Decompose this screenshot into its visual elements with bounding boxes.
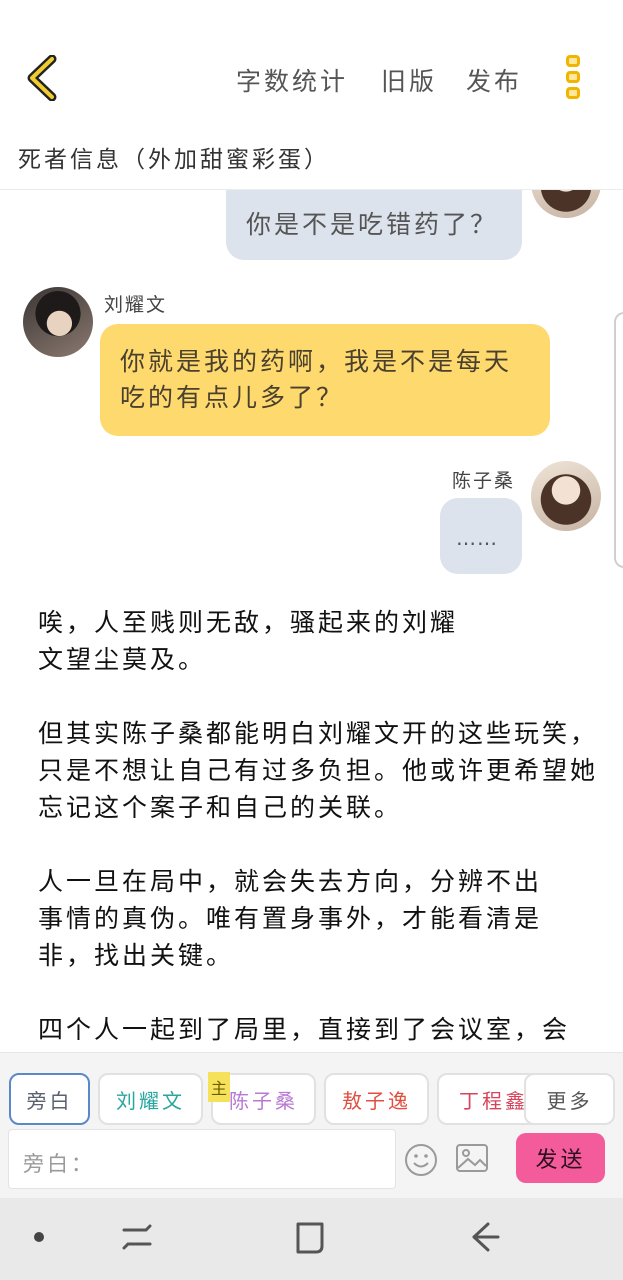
image-icon[interactable]	[455, 1143, 489, 1173]
role-chip-liu-yaowen[interactable]: 刘耀文	[98, 1073, 203, 1125]
back-button[interactable]	[16, 50, 68, 106]
input-placeholder: 旁白：	[23, 1152, 95, 1176]
message-text: 你是不是吃错药了？	[246, 210, 499, 239]
system-navigation-bar	[0, 1198, 623, 1280]
role-chip-ao-ziyi[interactable]: 敖子逸	[324, 1073, 429, 1125]
more-roles-button[interactable]: 更多	[524, 1073, 615, 1125]
role-label: 刘耀文	[116, 1088, 185, 1113]
story-paragraph: 唉，人至贱则无敌，骚起来的刘耀文望尘莫及。	[38, 608, 459, 674]
message-text: 你就是我的药啊，我是不是每天吃的有点儿多了？	[120, 347, 513, 412]
role-label: 旁白	[26, 1088, 73, 1113]
story-paragraph: 人一旦在局中，就会失去方向，分辨不出事情的真伪。唯有置身事外，才能看清是非，找出…	[38, 867, 543, 970]
emoji-icon[interactable]	[404, 1143, 438, 1177]
send-button[interactable]: 发送	[516, 1133, 605, 1183]
avatar-liu-yaowen[interactable]	[23, 287, 93, 357]
sender-name: 刘耀文	[104, 294, 168, 316]
role-label: 丁程鑫	[459, 1088, 528, 1113]
document-title: 死者信息（外加甜蜜彩蛋）	[18, 147, 330, 173]
more-menu-icon[interactable]	[558, 52, 588, 106]
role-label: 敖子逸	[342, 1088, 411, 1113]
recent-apps-icon[interactable]	[120, 1220, 154, 1254]
role-label: 陈子桑	[229, 1088, 298, 1113]
back-nav-icon[interactable]	[468, 1220, 502, 1254]
message-input[interactable]: 旁白：	[8, 1129, 396, 1189]
nav-dot-icon[interactable]	[34, 1232, 44, 1242]
side-scroll-handle[interactable]	[614, 312, 623, 568]
chat-bubble: ……	[440, 498, 522, 574]
story-paragraph: 四个人一起到了局里，直接到了会议室，会	[38, 1015, 571, 1044]
story-content: 唉，人至贱则无敌，骚起来的刘耀文望尘莫及。 但其实陈子桑都能明白刘耀文开的这些玩…	[38, 604, 598, 1085]
more-roles-label: 更多	[546, 1088, 593, 1113]
avatar-chen-zisang[interactable]	[531, 461, 601, 531]
home-icon[interactable]	[294, 1220, 328, 1256]
story-paragraph: 但其实陈子桑都能明白刘耀文开的这些玩笑，只是不想让自己有过多负担。他或许更希望她…	[38, 719, 599, 822]
owner-badge: 主	[208, 1072, 230, 1102]
message-text: ……	[456, 526, 498, 550]
sender-name: 陈子桑	[452, 470, 516, 492]
chevron-left-icon	[27, 55, 57, 101]
old-version-button[interactable]: 旧版	[381, 62, 437, 98]
compose-panel: 旁白 刘耀文 陈子桑 敖子逸 丁程鑫 更多 旁白： 发送	[0, 1052, 623, 1198]
chat-bubble: 你就是我的药啊，我是不是每天吃的有点儿多了？	[100, 324, 550, 436]
send-label: 发送	[535, 1148, 586, 1173]
word-count-button[interactable]: 字数统计	[236, 62, 348, 98]
top-bar: 字数统计 旧版 发布 死者信息（外加甜蜜彩蛋）	[0, 0, 623, 190]
chat-bubble: 你是不是吃错药了？	[226, 190, 522, 260]
publish-button[interactable]: 发布	[466, 62, 522, 98]
role-chip-narrator[interactable]: 旁白	[9, 1073, 90, 1125]
